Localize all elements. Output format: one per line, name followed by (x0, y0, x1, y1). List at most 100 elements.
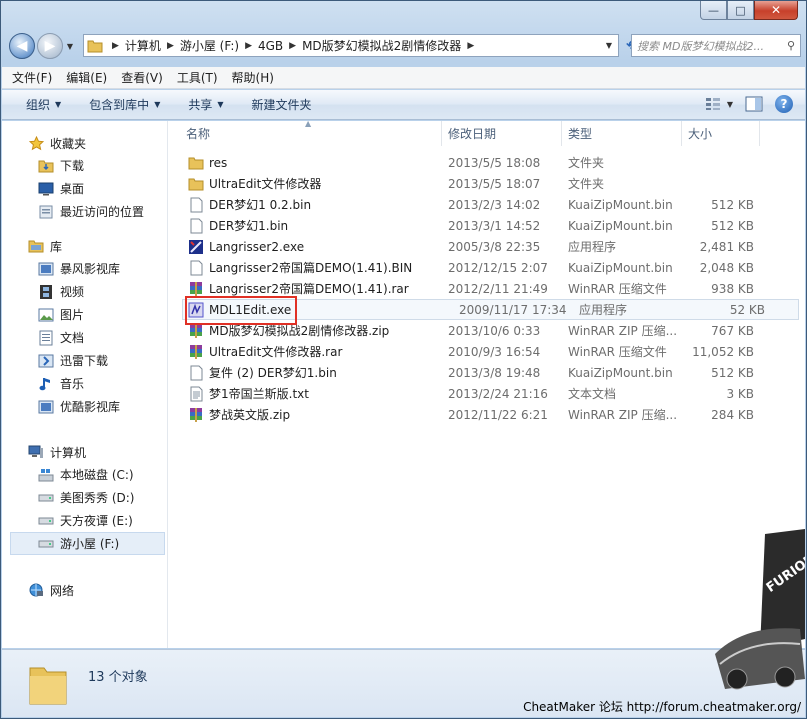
back-button[interactable]: ◀ (9, 33, 35, 59)
sidebar-item-recent-places[interactable]: 最近访问的位置 (2, 200, 167, 223)
file-row[interactable]: 梦战英文版.zip 2012/11/22 6:21 WinRAR ZIP 压缩...… (172, 404, 805, 425)
file-name-cell[interactable]: MDL1Edit.exe (183, 302, 453, 318)
forward-button[interactable]: ▶ (37, 33, 63, 59)
file-row[interactable]: 复件 (2) DER梦幻1.bin 2013/3/8 19:48 KuaiZipMo… (172, 362, 805, 383)
sidebar-favorites[interactable]: 收藏夹 (2, 132, 167, 154)
breadcrumb-computer[interactable]: 计算机 (125, 37, 161, 54)
file-name-cell[interactable]: 梦1帝国兰斯版.txt (172, 385, 442, 402)
sidebar-item-videos[interactable]: 视频 (2, 280, 167, 303)
column-header-type[interactable]: 类型 (562, 121, 682, 146)
breadcrumb-separator[interactable]: ▶ (467, 41, 474, 51)
file-row[interactable]: res 2013/5/5 18:08 文件夹 (172, 152, 805, 173)
sidebar-item-baofeng-library[interactable]: 暴风影视库 (2, 257, 167, 280)
file-row[interactable]: DER梦幻1.bin 2013/3/1 14:52 KuaiZipMount.bin… (172, 215, 805, 236)
file-name-cell[interactable]: res (172, 155, 442, 171)
file-name-cell[interactable]: DER梦幻1.bin (172, 217, 442, 234)
column-header-date[interactable]: 修改日期 (442, 121, 562, 146)
share-label: 共享 (188, 98, 213, 112)
address-bar[interactable]: ▶ 计算机 ▶ 游小屋 (F:) ▶ 4GB ▶ MD版梦幻模拟战2剧情修改器 … (83, 34, 619, 57)
menu-file[interactable]: 文件(F) (12, 69, 52, 86)
file-type: 应用程序 (568, 240, 617, 254)
chevron-down-icon: ▼ (217, 100, 224, 109)
file-row[interactable]: MDL1Edit.exe 2009/11/17 17:34 应用程序 52 KB (182, 299, 799, 320)
breadcrumb-current-folder[interactable]: MD版梦幻模拟战2剧情修改器 (302, 37, 461, 54)
maximize-button[interactable]: □ (727, 1, 754, 20)
file-size: 11,052 KB (692, 344, 754, 359)
file-name-cell[interactable]: DER梦幻1 0.2.bin (172, 196, 442, 213)
organize-button[interactable]: 组织 ▼ (26, 96, 61, 113)
breadcrumb-separator[interactable]: ▶ (289, 41, 296, 51)
file-name-cell[interactable]: Langrisser2帝国篇DEMO(1.41).BIN (172, 259, 442, 276)
sidebar-item-downloads[interactable]: 下载 (2, 154, 167, 177)
file-name-cell[interactable]: UltraEdit文件修改器.rar (172, 343, 442, 360)
file-date: 2013/3/1 14:52 (448, 218, 541, 233)
organize-label: 组织 (26, 98, 51, 112)
preview-pane-icon[interactable] (745, 96, 763, 112)
file-size: 767 KB (711, 323, 754, 338)
sidebar-item-thunder-downloads[interactable]: 迅雷下载 (2, 349, 167, 372)
sidebar-favorites-label: 收藏夹 (50, 136, 87, 151)
file-name-cell[interactable]: 复件 (2) DER梦幻1.bin (172, 364, 442, 381)
file-row[interactable]: Langrisser2帝国篇DEMO(1.41).rar 2012/2/11 21… (172, 278, 805, 299)
file-icon (188, 365, 204, 381)
file-name-cell[interactable]: UltraEdit文件修改器 (172, 175, 442, 192)
change-view-icon[interactable] (705, 97, 721, 111)
file-row[interactable]: MD版梦幻模拟战2剧情修改器.zip 2013/10/6 0:33 WinRAR Z… (172, 320, 805, 341)
sidebar-item-music[interactable]: 音乐 (2, 372, 167, 395)
menu-edit[interactable]: 编辑(E) (66, 69, 107, 86)
folder-icon (188, 155, 204, 171)
file-row[interactable]: Langrisser2.exe 2005/3/8 22:35 应用程序 2,481 K… (172, 236, 805, 257)
file-row[interactable]: DER梦幻1 0.2.bin 2013/2/3 14:02 KuaiZipMount… (172, 194, 805, 215)
file-row[interactable]: UltraEdit文件修改器.rar 2010/9/3 16:54 WinRAR 压… (172, 341, 805, 362)
search-input[interactable]: 搜索 MD版梦幻模拟战2... ⚲ (631, 34, 801, 57)
file-type: KuaiZipMount.bin (568, 260, 673, 275)
chevron-down-icon[interactable]: ▼ (727, 100, 733, 109)
minimize-button[interactable]: — (700, 1, 727, 20)
search-icon[interactable]: ⚲ (782, 39, 800, 52)
sidebar-item-pictures[interactable]: 图片 (2, 303, 167, 326)
breadcrumb-separator[interactable]: ▶ (245, 41, 252, 51)
file-row[interactable]: 梦1帝国兰斯版.txt 2013/2/24 21:16 文本文档 3 KB (172, 383, 805, 404)
sidebar-libraries[interactable]: 库 (2, 235, 167, 257)
file-date: 2013/2/3 14:02 (448, 197, 541, 212)
music-note-icon (38, 376, 54, 392)
document-icon (38, 330, 54, 346)
breadcrumb-separator[interactable]: ▶ (112, 41, 119, 51)
sidebar-item-documents[interactable]: 文档 (2, 326, 167, 349)
recent-pages-dropdown[interactable]: ▼ (63, 33, 77, 59)
breadcrumb-drive[interactable]: 游小屋 (F:) (180, 37, 239, 54)
file-name: UltraEdit文件修改器 (209, 177, 322, 191)
breadcrumb-separator[interactable]: ▶ (167, 41, 174, 51)
sidebar-network[interactable]: 网络 (2, 579, 167, 601)
sidebar-item-label: 文档 (60, 331, 85, 345)
file-row[interactable]: UltraEdit文件修改器 2013/5/5 18:07 文件夹 (172, 173, 805, 194)
sidebar-libraries-label: 库 (50, 239, 63, 254)
sidebar-item-drive-e[interactable]: 天方夜谭 (E:) (2, 509, 167, 532)
close-button[interactable]: ✕ (754, 1, 798, 20)
file-name-cell[interactable]: Langrisser2帝国篇DEMO(1.41).rar (172, 280, 442, 297)
sidebar-computer[interactable]: 计算机 (2, 441, 167, 463)
sidebar-item-desktop[interactable]: 桌面 (2, 177, 167, 200)
file-name: res (209, 155, 228, 170)
menu-tools[interactable]: 工具(T) (177, 69, 218, 86)
share-button[interactable]: 共享 ▼ (188, 96, 223, 113)
file-name-cell[interactable]: 梦战英文版.zip (172, 406, 442, 423)
sidebar-item-youku-library[interactable]: 优酷影视库 (2, 395, 167, 418)
new-folder-button[interactable]: 新建文件夹 (252, 96, 312, 113)
include-in-library-button[interactable]: 包含到库中 ▼ (89, 96, 160, 113)
sidebar-item-drive-f[interactable]: 游小屋 (F:) (10, 532, 165, 555)
address-dropdown-icon[interactable]: ▼ (600, 41, 618, 50)
help-icon[interactable]: ? (775, 95, 793, 113)
file-name-cell[interactable]: MD版梦幻模拟战2剧情修改器.zip (172, 322, 442, 339)
rar-icon (188, 281, 204, 297)
file-name-cell[interactable]: Langrisser2.exe (172, 239, 442, 255)
desktop-icon (38, 181, 54, 197)
file-row[interactable]: Langrisser2帝国篇DEMO(1.41).BIN 2012/12/15 2… (172, 257, 805, 278)
menu-view[interactable]: 查看(V) (121, 69, 163, 86)
sidebar-item-drive-c[interactable]: 本地磁盘 (C:) (2, 463, 167, 486)
breadcrumb-4gb[interactable]: 4GB (258, 39, 283, 53)
menu-help[interactable]: 帮助(H) (232, 69, 274, 86)
navigation-pane: 收藏夹 下载 桌面 最近访问的位置 库 暴风影视库 视频 图片 文档 迅雷下载 … (2, 121, 168, 648)
sidebar-item-drive-d[interactable]: 美图秀秀 (D:) (2, 486, 167, 509)
column-header-size[interactable]: 大小 (682, 121, 760, 146)
